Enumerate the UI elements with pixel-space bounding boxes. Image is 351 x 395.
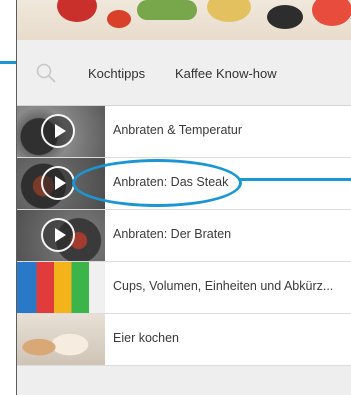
- hero-banner: [17, 0, 351, 40]
- measuring-cups-thumbnail: [17, 262, 105, 313]
- search-icon[interactable]: [35, 62, 57, 84]
- list-item[interactable]: Anbraten & Temperatur: [17, 106, 351, 158]
- list-item[interactable]: Eier kochen: [17, 314, 351, 366]
- list-item-label: Anbraten: Der Braten: [113, 227, 232, 241]
- callout-pointer-left: [0, 61, 16, 64]
- toolbar: Kochtipps Kaffee Know-how: [17, 40, 351, 106]
- nav-link-kaffee-know-how[interactable]: Kaffee Know-how: [175, 66, 277, 81]
- play-icon: [41, 218, 75, 252]
- list-item-label: Cups, Volumen, Einheiten und Abkürz...: [113, 279, 334, 293]
- tip-list: Anbraten & Temperatur Anbraten: Das Stea…: [17, 106, 351, 366]
- callout-pointer-right: [240, 178, 351, 181]
- list-item[interactable]: Anbraten: Der Braten: [17, 210, 351, 262]
- list-item-label: Eier kochen: [113, 331, 180, 345]
- eggs-thumbnail: [17, 314, 105, 365]
- video-thumbnail: [17, 210, 105, 261]
- footer-bar: [17, 365, 351, 395]
- play-icon: [41, 114, 75, 148]
- callout-ellipse: [72, 159, 242, 207]
- list-item[interactable]: Cups, Volumen, Einheiten und Abkürz...: [17, 262, 351, 314]
- nav-link-kochtipps[interactable]: Kochtipps: [88, 66, 145, 81]
- play-icon: [41, 166, 75, 200]
- list-item-label: Anbraten & Temperatur: [113, 123, 243, 137]
- video-thumbnail: [17, 106, 105, 157]
